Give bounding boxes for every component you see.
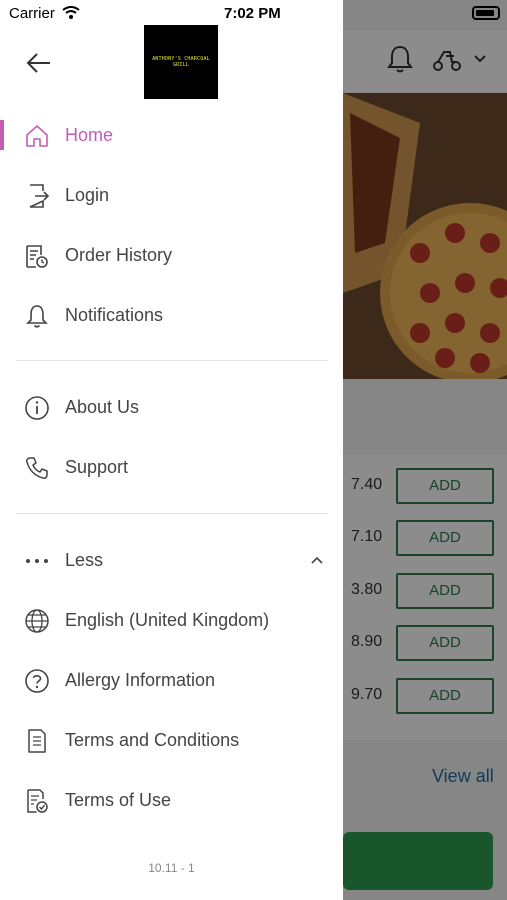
bell-icon <box>26 305 48 328</box>
back-arrow-icon[interactable] <box>26 52 52 74</box>
nav-label: Terms and Conditions <box>65 730 240 750</box>
nav-label: About Us <box>65 397 140 417</box>
status-time: 7:02 PM <box>224 5 281 22</box>
nav-item-login[interactable]: Login <box>0 171 343 219</box>
login-icon <box>29 184 50 208</box>
order-history-icon <box>26 245 48 268</box>
nav-item-order-history[interactable]: Order History <box>0 231 343 279</box>
nav-label: Allergy Information <box>65 670 216 690</box>
nav-label: English (United Kingdom) <box>65 610 270 630</box>
nav-item-about-us[interactable]: About Us <box>0 383 343 431</box>
drawer-overlay[interactable] <box>343 0 507 900</box>
document-check-icon <box>27 789 48 813</box>
nav-label: Support <box>65 457 129 477</box>
nav-item-notifications[interactable]: Notifications <box>0 291 343 339</box>
nav-item-home[interactable]: Home <box>0 111 343 159</box>
divider <box>16 360 328 361</box>
info-icon <box>25 396 49 420</box>
nav-label: Terms of Use <box>65 790 172 810</box>
nav-label: Order History <box>65 245 173 265</box>
less-toggle[interactable]: Less <box>0 536 343 584</box>
app-version: 10.11 - 1 <box>148 861 195 875</box>
side-drawer: Carrier 7:02 PM ANTHONY'S CHARCOAL GRILL… <box>0 0 343 900</box>
status-bar: Carrier 7:02 PM <box>0 0 343 28</box>
less-label: Less <box>65 550 104 570</box>
document-icon <box>28 729 46 753</box>
nav-item-support[interactable]: Support <box>0 443 343 491</box>
home-icon <box>26 125 48 147</box>
divider <box>16 513 328 514</box>
question-icon <box>25 669 49 693</box>
nav-label: Login <box>65 185 110 205</box>
more-dots-icon <box>26 559 48 563</box>
globe-icon <box>25 609 49 633</box>
carrier-label: Carrier <box>9 5 55 22</box>
nav-label: Notifications <box>65 305 164 325</box>
phone-icon <box>26 457 48 479</box>
nav-label: Home <box>65 125 114 145</box>
nav-item-language[interactable]: English (United Kingdom) <box>0 596 343 644</box>
restaurant-logo: ANTHONY'S CHARCOAL GRILL <box>144 25 218 99</box>
wifi-icon <box>62 6 80 19</box>
chevron-up-icon <box>311 556 323 564</box>
nav-item-allergy-information[interactable]: Allergy Information <box>0 656 343 704</box>
logo-text: ANTHONY'S CHARCOAL GRILL <box>152 56 210 68</box>
nav-item-terms-and-conditions[interactable]: Terms and Conditions <box>0 716 343 764</box>
nav-item-terms-of-use[interactable]: Terms of Use <box>0 776 343 824</box>
